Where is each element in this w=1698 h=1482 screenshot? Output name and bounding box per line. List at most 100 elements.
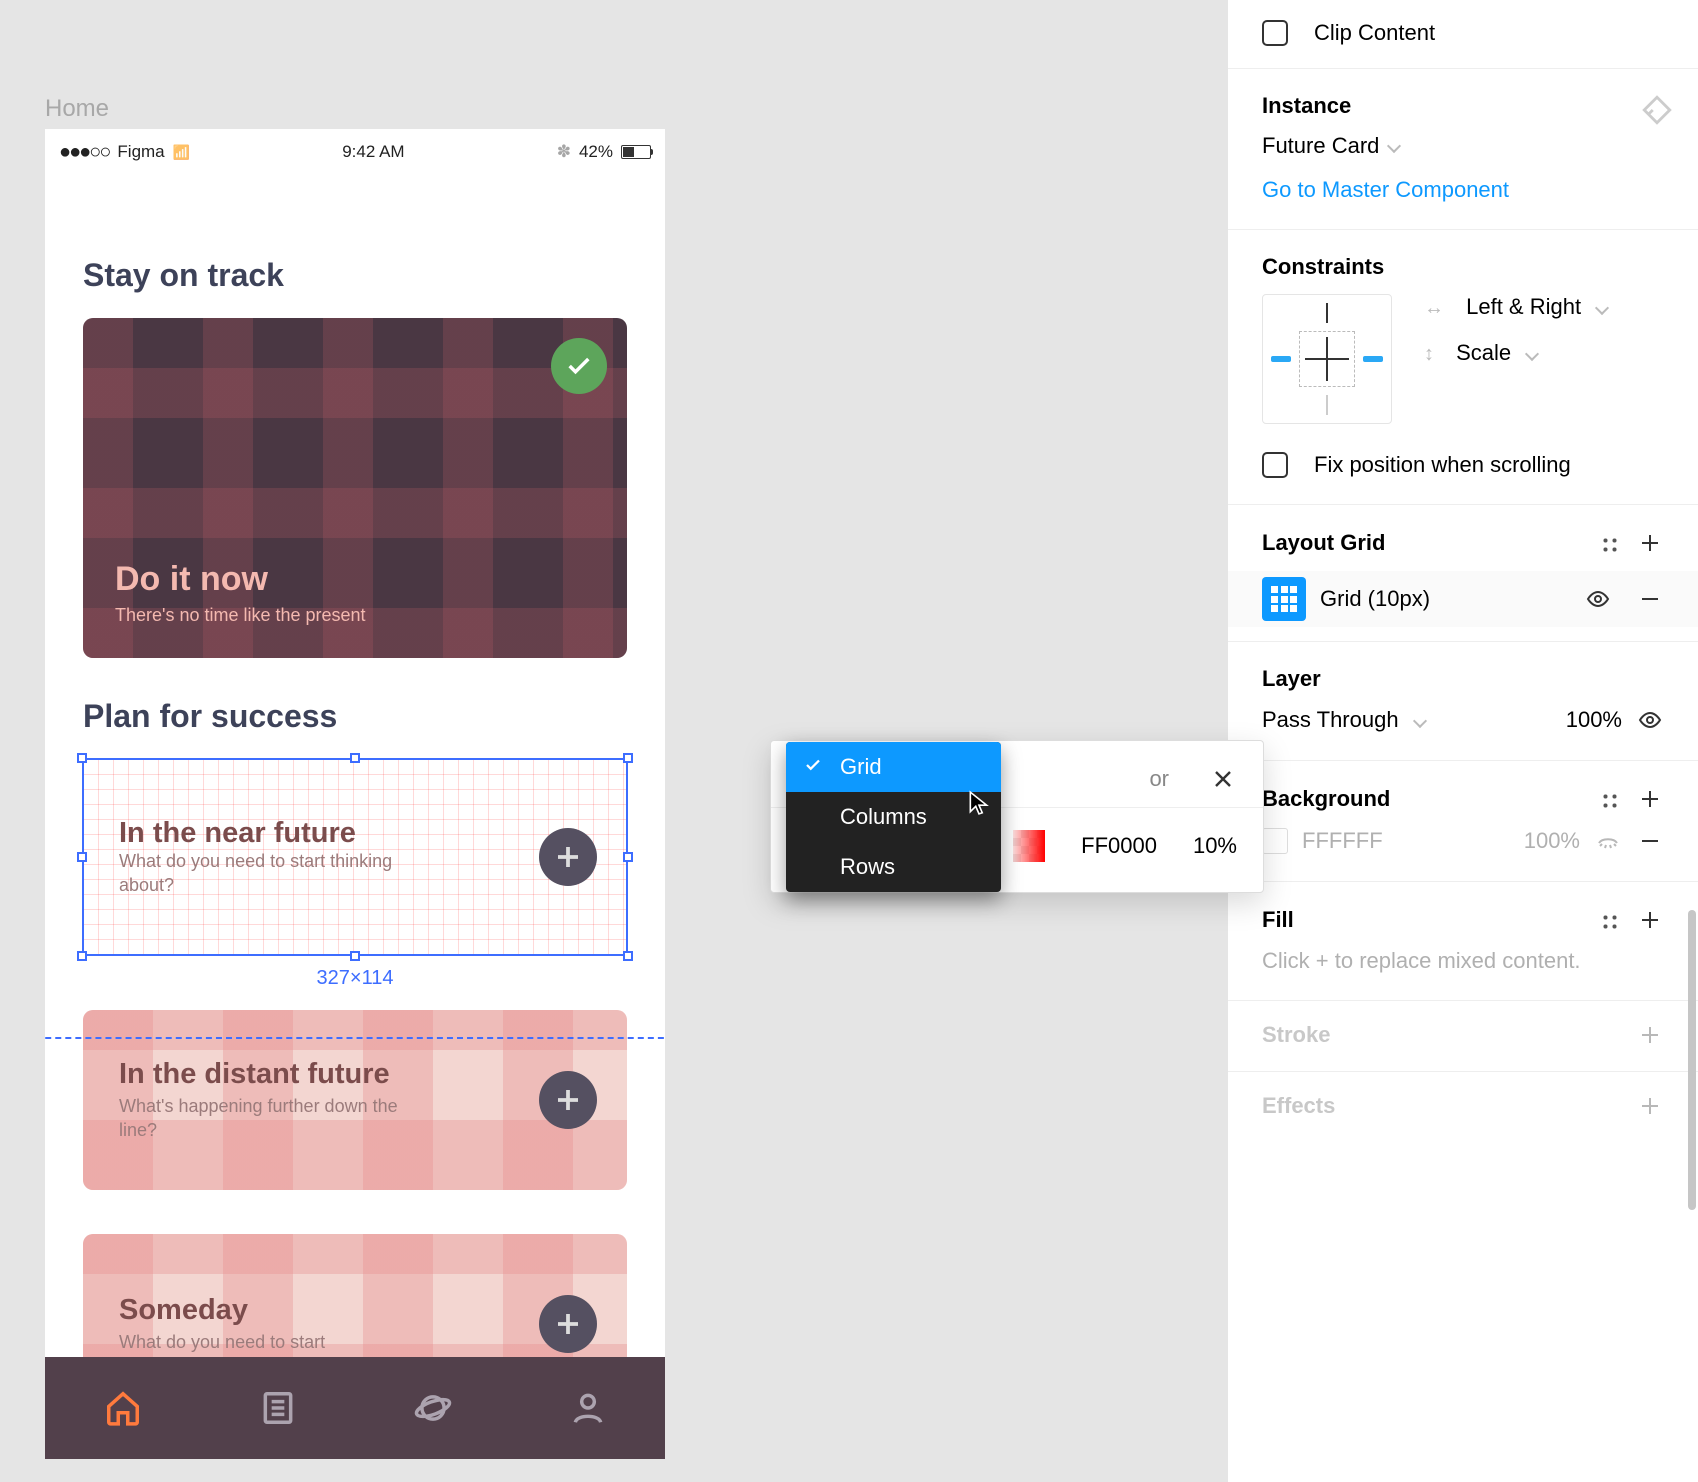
fill-styles-icon[interactable] <box>1594 906 1622 934</box>
constraint-vertical-label: Scale <box>1456 340 1511 365</box>
planet-icon <box>414 1389 452 1427</box>
plus-icon <box>1638 531 1662 555</box>
hero-title: Do it now <box>115 560 595 599</box>
stroke-add-button[interactable] <box>1636 1021 1664 1049</box>
constraint-horizontal-select[interactable]: Left & Right <box>1424 294 1607 320</box>
layout-grid-row[interactable]: Grid (10px) <box>1228 571 1698 627</box>
constraints-heading: Constraints <box>1262 254 1384 280</box>
layer-visibility-toggle[interactable] <box>1636 706 1664 734</box>
layout-grid-styles-icon[interactable] <box>1594 529 1622 557</box>
plus-icon <box>1638 1023 1662 1047</box>
resize-handle[interactable] <box>77 951 87 961</box>
add-button[interactable] <box>539 1295 597 1353</box>
instance-name-select[interactable]: Future Card <box>1262 133 1664 159</box>
plus-icon <box>553 1085 583 1115</box>
signal-dots-icon: ●●●○○ <box>59 141 109 164</box>
canvas[interactable]: Home ●●●○○ Figma 9:42 AM ✽ 42% Stay on t… <box>45 95 665 1459</box>
plus-icon <box>553 1309 583 1339</box>
grid-hex-field[interactable]: FF0000 <box>1081 833 1157 859</box>
eye-icon <box>1638 708 1662 732</box>
resize-handle[interactable] <box>77 753 87 763</box>
hero-subtitle: There's no time like the present <box>115 605 595 626</box>
tab-list[interactable] <box>258 1388 298 1428</box>
eye-icon <box>1586 587 1610 611</box>
background-styles-icon[interactable] <box>1594 785 1622 813</box>
grid-opacity-field[interactable]: 10% <box>1193 833 1237 859</box>
device-frame[interactable]: ●●●○○ Figma 9:42 AM ✽ 42% Stay on track <box>45 129 665 1459</box>
background-heading: Background <box>1262 786 1390 812</box>
background-opacity[interactable]: 100% <box>1524 828 1580 854</box>
go-to-master-link[interactable]: Go to Master Component <box>1262 177 1664 203</box>
background-remove-button[interactable] <box>1636 827 1664 855</box>
constraint-vertical-select[interactable]: Scale <box>1424 340 1607 366</box>
tab-explore[interactable] <box>413 1388 453 1428</box>
check-icon <box>804 756 822 774</box>
dropdown-option-grid[interactable]: Grid <box>786 742 1001 792</box>
section-title-plan: Plan for success <box>83 698 627 735</box>
plus-icon <box>553 842 583 872</box>
effects-heading: Effects <box>1262 1093 1335 1119</box>
minus-icon <box>1638 829 1662 853</box>
tab-home[interactable] <box>103 1388 143 1428</box>
resize-handle[interactable] <box>623 753 633 763</box>
frame-label[interactable]: Home <box>45 95 665 123</box>
inspector-panel: Clip Content Instance Future Card Go to … <box>1228 0 1698 1482</box>
card-title: In the distant future <box>119 1058 439 1091</box>
fix-position-label: Fix position when scrolling <box>1314 452 1571 478</box>
check-icon <box>565 352 593 380</box>
home-icon <box>104 1389 142 1427</box>
blend-mode-label: Pass Through <box>1262 707 1399 732</box>
background-visibility-toggle[interactable] <box>1594 827 1622 855</box>
effects-add-button[interactable] <box>1636 1092 1664 1120</box>
fill-hint: Click + to replace mixed content. <box>1262 948 1664 974</box>
layout-guide-horizontal <box>45 1037 665 1039</box>
hero-card[interactable]: Do it now There's no time like the prese… <box>83 318 627 658</box>
list-icon <box>259 1389 297 1427</box>
color-swatch[interactable] <box>1013 830 1045 862</box>
clip-content-checkbox[interactable] <box>1262 20 1288 46</box>
layer-opacity-field[interactable]: 100% <box>1566 707 1622 733</box>
home-screen: Stay on track Do it now There's no time … <box>45 175 665 1414</box>
selected-layer[interactable]: In the near future What do you need to s… <box>83 759 627 955</box>
dropdown-option-rows[interactable]: Rows <box>786 842 1001 892</box>
reset-instance-icon[interactable] <box>1640 93 1674 133</box>
add-button[interactable] <box>539 828 597 886</box>
blend-mode-select[interactable]: Pass Through <box>1262 707 1425 733</box>
background-swatch[interactable] <box>1262 828 1288 854</box>
constraints-widget[interactable] <box>1262 294 1392 424</box>
instance-heading: Instance <box>1262 93 1351 119</box>
resize-handle[interactable] <box>350 753 360 763</box>
card-subtitle: What do you need to start <box>119 1331 325 1354</box>
layout-grid-heading: Layout Grid <box>1262 530 1385 556</box>
background-add-button[interactable] <box>1636 785 1664 813</box>
grid-icon <box>1262 577 1306 621</box>
panel-scrollbar[interactable] <box>1688 910 1696 1210</box>
minus-icon <box>1638 587 1662 611</box>
fill-heading: Fill <box>1262 907 1294 933</box>
tab-bar <box>45 1357 665 1459</box>
resize-handle[interactable] <box>623 951 633 961</box>
checkmark-badge[interactable] <box>551 338 607 394</box>
section-title-stay: Stay on track <box>83 257 627 294</box>
grid-visibility-toggle[interactable] <box>1584 585 1612 613</box>
layer-heading: Layer <box>1262 666 1321 692</box>
plus-icon <box>1638 1094 1662 1118</box>
resize-handle[interactable] <box>623 852 633 862</box>
resize-handle[interactable] <box>350 951 360 961</box>
plus-icon <box>1638 908 1662 932</box>
add-button[interactable] <box>539 1071 597 1129</box>
resize-handle[interactable] <box>77 852 87 862</box>
carrier-label: Figma <box>117 142 164 162</box>
wifi-icon <box>173 142 190 162</box>
mouse-cursor <box>968 790 990 821</box>
fix-position-checkbox[interactable] <box>1262 452 1288 478</box>
layout-grid-chip-label: Grid (10px) <box>1320 586 1430 612</box>
status-bar: ●●●○○ Figma 9:42 AM ✽ 42% <box>45 129 665 175</box>
layout-grid-add-button[interactable] <box>1636 529 1664 557</box>
tab-profile[interactable] <box>568 1388 608 1428</box>
grid-remove-button[interactable] <box>1636 585 1664 613</box>
background-hex[interactable]: FFFFFF <box>1302 828 1383 854</box>
dropdown-label: Rows <box>840 854 895 880</box>
close-button[interactable] <box>1209 765 1237 793</box>
fill-add-button[interactable] <box>1636 906 1664 934</box>
